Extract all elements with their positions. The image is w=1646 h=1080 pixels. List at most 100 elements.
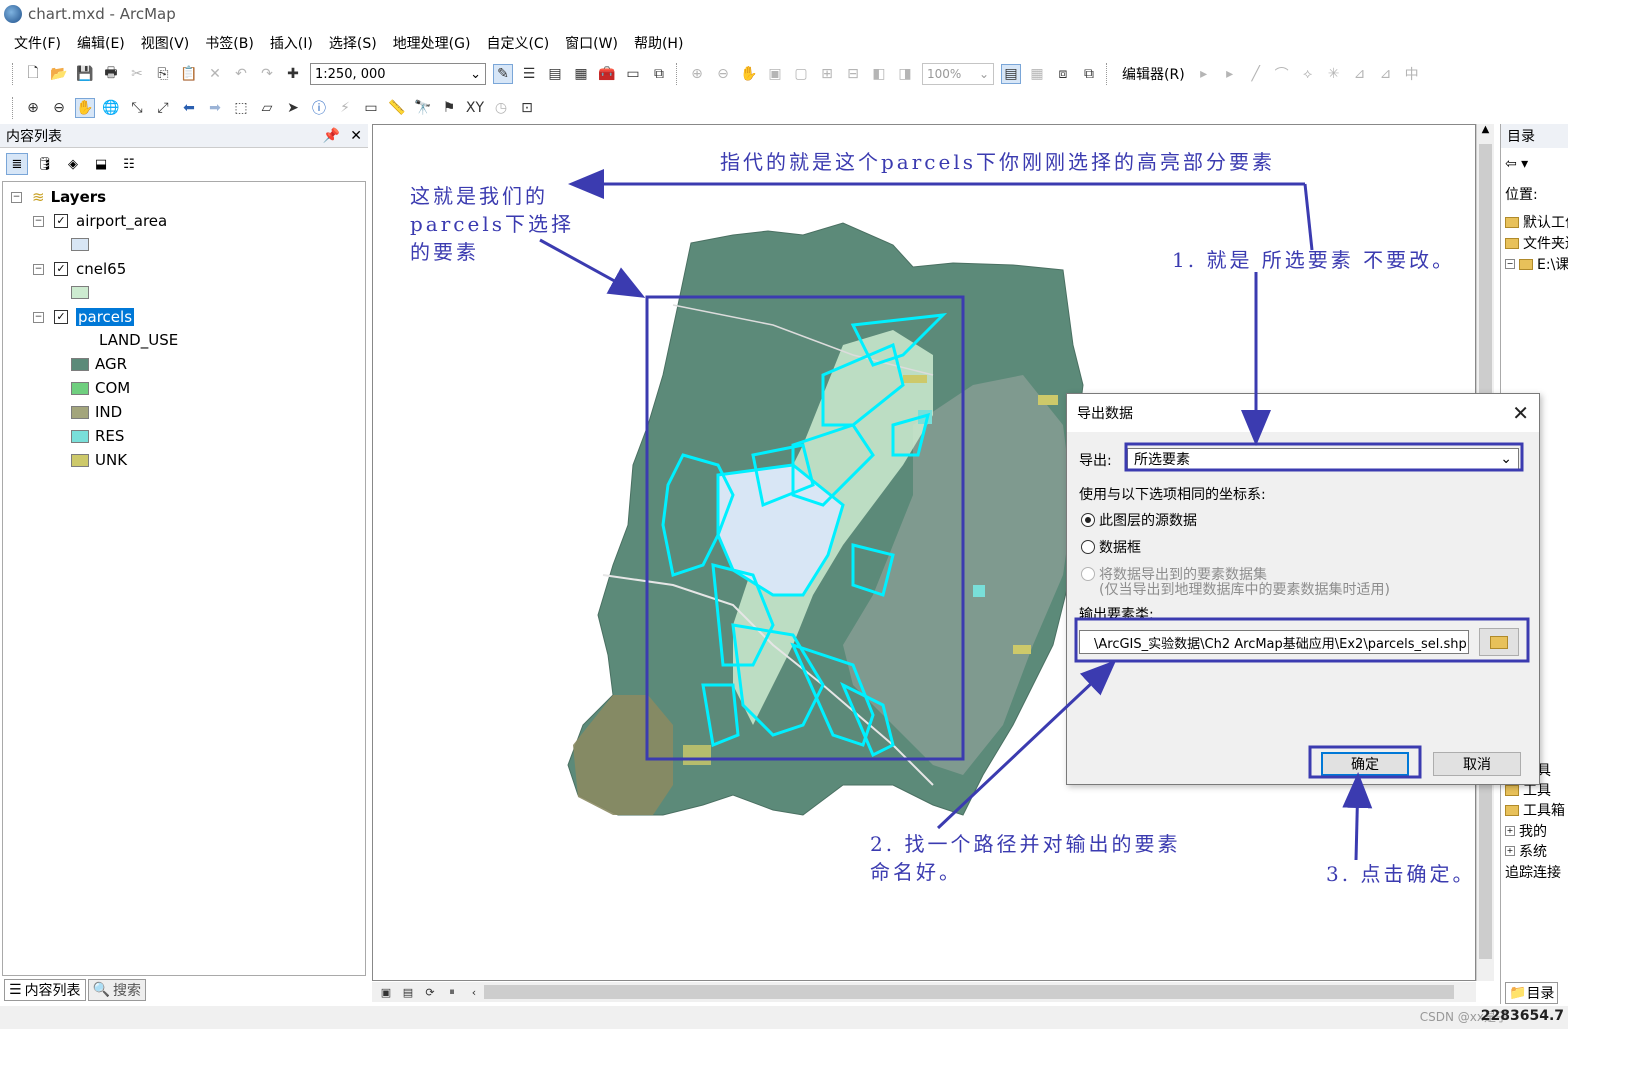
fixed-zoom-out-icon[interactable]: ⊟ xyxy=(843,64,863,84)
identify-icon[interactable]: ⓘ xyxy=(309,98,329,118)
fixed-zoom-in-icon[interactable]: ⊞ xyxy=(817,64,837,84)
redo-icon[interactable]: ↷ xyxy=(257,64,277,84)
catalog-item[interactable]: + 我的 xyxy=(1505,821,1547,841)
catalog-item[interactable]: 默认工作 xyxy=(1505,212,1568,232)
point-icon[interactable]: ✳ xyxy=(1324,64,1344,84)
menu-view[interactable]: 视图(V) xyxy=(141,33,190,53)
back-extent-icon[interactable]: ⬅ xyxy=(179,98,199,118)
toolbar-grip[interactable] xyxy=(1106,63,1110,85)
expand-icon[interactable]: − xyxy=(1505,259,1515,269)
cut-icon[interactable]: ✂ xyxy=(127,64,147,84)
catalog-window-icon[interactable]: ▤ xyxy=(545,64,565,84)
legend-swatch[interactable] xyxy=(71,285,89,299)
menu-customize[interactable]: 自定义(C) xyxy=(486,33,549,53)
open-icon[interactable]: 📂 xyxy=(49,64,69,84)
reshape-icon[interactable]: ⊿ xyxy=(1376,64,1396,84)
find-icon[interactable]: 🔭 xyxy=(413,98,433,118)
radio-button-disabled[interactable] xyxy=(1081,567,1095,581)
legend-swatch[interactable] xyxy=(71,453,89,467)
legend-swatch[interactable] xyxy=(71,357,89,371)
print-icon[interactable]: 🖶 xyxy=(101,64,121,84)
menu-geoprocessing[interactable]: 地理处理(G) xyxy=(393,33,471,53)
fixed-zoom-out-icon[interactable]: ⤢ xyxy=(153,98,173,118)
clear-selection-icon[interactable]: ▱ xyxy=(257,98,277,118)
menu-file[interactable]: 文件(F) xyxy=(14,33,61,53)
option-data-frame[interactable]: 数据框 xyxy=(1081,537,1141,557)
catalog-item[interactable]: 追踪连接 xyxy=(1505,862,1561,882)
end-point-arc-icon[interactable]: ⌒ xyxy=(1272,64,1292,84)
previous-extent-icon[interactable]: ◧ xyxy=(869,64,889,84)
scroll-up-icon[interactable]: ▲ xyxy=(1477,124,1494,135)
fixed-zoom-in-icon[interactable]: ⤡ xyxy=(127,98,147,118)
legend-class-row[interactable]: RES xyxy=(71,425,124,447)
delete-icon[interactable]: ✕ xyxy=(205,64,225,84)
close-icon[interactable]: ✕ xyxy=(350,128,362,144)
layout-zoom-combo[interactable]: 100% ⌄ xyxy=(922,63,994,85)
next-extent-icon[interactable]: ◨ xyxy=(895,64,915,84)
scroll-left-icon[interactable]: ‹ xyxy=(466,984,482,1000)
refresh-icon[interactable]: ⟳ xyxy=(422,984,438,1000)
layer-visibility-checkbox[interactable]: ✓ xyxy=(54,214,68,228)
data-view-icon[interactable]: ▤ xyxy=(400,984,416,1000)
toc-window-icon[interactable]: ☰ xyxy=(519,64,539,84)
layout-zoom-out-icon[interactable]: ⊖ xyxy=(713,64,733,84)
pin-icon[interactable]: 📌 xyxy=(323,128,340,144)
menu-insert[interactable]: 插入(I) xyxy=(270,33,313,53)
full-extent-icon[interactable]: 🌐 xyxy=(101,98,121,118)
straight-segment-icon[interactable]: ╱ xyxy=(1246,64,1266,84)
python-window-icon[interactable]: ▭ xyxy=(623,64,643,84)
legend-class-row[interactable]: UNK xyxy=(71,449,127,471)
collapse-icon[interactable]: − xyxy=(33,263,44,275)
save-icon[interactable]: 💾 xyxy=(75,64,95,84)
layer-row-cnel65[interactable]: − ✓ cnel65 xyxy=(33,258,126,280)
layer-row-airport-area[interactable]: − ✓ airport_area xyxy=(33,210,167,232)
add-data-icon[interactable]: ✚ xyxy=(283,64,303,84)
edit-vertices-icon[interactable]: ⊿ xyxy=(1350,64,1370,84)
copy-icon[interactable]: ⎘ xyxy=(153,64,173,84)
hyperlink-icon[interactable]: ⚡ xyxy=(335,98,355,118)
list-by-source-icon[interactable]: 🛢 xyxy=(34,153,56,175)
select-features-icon[interactable]: ⬚ xyxy=(231,98,251,118)
radio-button[interactable] xyxy=(1081,540,1095,554)
catalog-item[interactable]: − E:\课 xyxy=(1505,254,1568,274)
menu-selection[interactable]: 选择(S) xyxy=(329,33,377,53)
list-by-selection-icon[interactable]: ⬓ xyxy=(90,153,112,175)
catalog-item[interactable]: 工具箱 xyxy=(1505,800,1565,820)
legend-swatch[interactable] xyxy=(71,237,89,251)
toolbar-grip[interactable] xyxy=(676,63,680,85)
expand-icon[interactable]: + xyxy=(1505,846,1515,856)
tab-catalog[interactable]: 📁 目录 xyxy=(1505,982,1559,1004)
toggle-draft-mode-icon[interactable]: ▤ xyxy=(1001,64,1021,84)
zoom-whole-page-icon[interactable]: ▣ xyxy=(765,64,785,84)
layer-visibility-checkbox[interactable]: ✓ xyxy=(54,310,68,324)
focus-data-frame-icon[interactable]: ▦ xyxy=(1027,64,1047,84)
legend-swatch[interactable] xyxy=(71,405,89,419)
export-scope-select[interactable]: 所选要素 ⌄ xyxy=(1127,448,1519,470)
scroll-thumb[interactable] xyxy=(484,985,1454,999)
menu-bookmarks[interactable]: 书签(B) xyxy=(205,33,254,53)
cancel-button[interactable]: 取消 xyxy=(1433,752,1521,776)
data-driven-pages-icon[interactable]: ⧉ xyxy=(1079,64,1099,84)
map-horizontal-scrollbar[interactable]: ▣ ▤ ⟳ ⏸ ‹ xyxy=(372,982,1476,1002)
zoom-in-icon[interactable]: ⊕ xyxy=(23,98,43,118)
select-elements-icon[interactable]: ➤ xyxy=(283,98,303,118)
menu-edit[interactable]: 编辑(E) xyxy=(77,33,125,53)
catalog-item[interactable]: 文件夹连 xyxy=(1505,233,1568,253)
go-to-xy-icon[interactable]: XY xyxy=(465,98,485,118)
browse-button[interactable] xyxy=(1479,628,1519,656)
layer-row-parcels[interactable]: − ✓ parcels xyxy=(33,306,135,328)
list-by-visibility-icon[interactable]: ◈ xyxy=(62,153,84,175)
arctoolbox-icon[interactable]: 🧰 xyxy=(597,64,617,84)
layout-pan-icon[interactable]: ✋ xyxy=(739,64,759,84)
edit-annotation-icon[interactable]: ▸ xyxy=(1220,64,1240,84)
trace-icon[interactable]: ⟡ xyxy=(1298,64,1318,84)
tab-contents[interactable]: ☰ 内容列表 xyxy=(4,979,86,1001)
collapse-icon[interactable]: − xyxy=(33,215,44,227)
toc-options-icon[interactable]: ☷ xyxy=(118,153,140,175)
expand-icon[interactable]: + xyxy=(1505,826,1515,836)
option-layer-source[interactable]: 此图层的源数据 xyxy=(1081,510,1197,530)
editor-toolbar-icon[interactable]: ✎ xyxy=(493,64,513,84)
tab-search[interactable]: 🔍 搜索 xyxy=(87,979,146,1001)
menu-help[interactable]: 帮助(H) xyxy=(634,33,683,53)
legend-class-row[interactable]: AGR xyxy=(71,353,127,375)
